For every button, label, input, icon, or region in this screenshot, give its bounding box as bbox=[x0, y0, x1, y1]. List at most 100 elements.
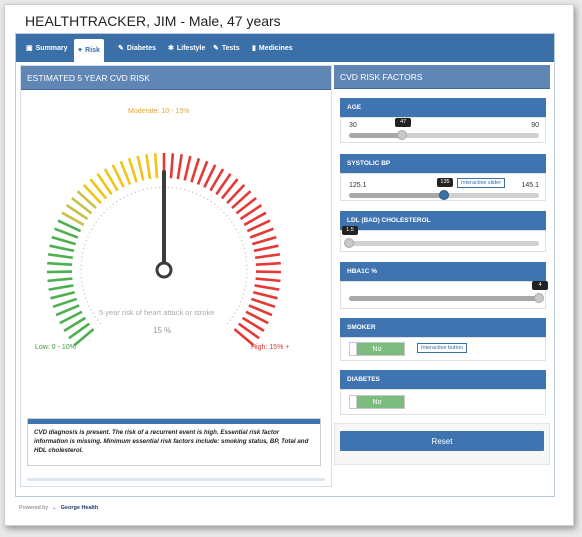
gauge-tick bbox=[52, 297, 78, 309]
systolic-min: 125.1 bbox=[349, 182, 367, 189]
gauge-dot bbox=[126, 194, 129, 197]
gauge-tick bbox=[251, 235, 277, 246]
gauge-dot bbox=[231, 315, 234, 318]
gauge-dot bbox=[203, 196, 205, 199]
age-heading: AGE bbox=[340, 98, 546, 117]
tab-tests[interactable]: ✎ Tests bbox=[209, 40, 244, 56]
gauge-dot bbox=[82, 252, 84, 254]
gauge-tick bbox=[47, 277, 73, 283]
clipboard-icon: ▣ bbox=[26, 45, 33, 52]
gauge-dot bbox=[239, 301, 242, 303]
tab-label: Medicines bbox=[258, 44, 293, 52]
toggle-grip bbox=[350, 396, 357, 408]
brand-name: George Health bbox=[60, 505, 99, 511]
gauge-tick bbox=[136, 155, 145, 181]
gauge-tick bbox=[255, 261, 281, 266]
gauge-dot bbox=[80, 260, 83, 262]
systolic-slider-handle[interactable] bbox=[439, 190, 449, 200]
high-label: High: 15% + bbox=[251, 344, 290, 351]
gauge-dot bbox=[97, 218, 100, 220]
gauge-dot bbox=[238, 305, 240, 307]
gauge-dot bbox=[244, 252, 246, 254]
gauge-dot bbox=[83, 247, 85, 250]
gauge-dot bbox=[207, 198, 209, 201]
gauge-dot bbox=[240, 240, 243, 242]
gauge-hub bbox=[155, 261, 173, 279]
gauge-dot bbox=[245, 256, 247, 258]
gauge-dot bbox=[246, 268, 248, 271]
gauge-dot bbox=[97, 319, 99, 321]
hba1c-slider-handle[interactable] bbox=[534, 293, 544, 303]
gauge-dot bbox=[100, 214, 102, 217]
toggle-grip bbox=[350, 343, 357, 355]
gauge-dot bbox=[245, 277, 248, 279]
diabetes-heading: DIABETES bbox=[340, 370, 546, 389]
gauge-dot bbox=[239, 236, 241, 238]
gauge-dot bbox=[243, 289, 246, 291]
systolic-slider-fill bbox=[349, 193, 444, 198]
smoker-toggle[interactable]: No bbox=[349, 342, 405, 356]
reset-button[interactable]: Reset bbox=[340, 431, 544, 451]
gauge-tick bbox=[153, 153, 159, 179]
ldl-value-bubble: 1.5 bbox=[342, 226, 358, 235]
gauge-dot bbox=[236, 308, 238, 311]
gauge-dot bbox=[191, 191, 194, 193]
gauge-dot bbox=[138, 190, 140, 192]
gauge-dot bbox=[228, 218, 231, 220]
factors-panel: CVD RISK FACTORS AGE 30 90 47 SYSTOLIC B… bbox=[334, 65, 550, 495]
gauge-dot bbox=[245, 260, 248, 262]
tab-medicines[interactable]: ▮ Medicines bbox=[248, 40, 297, 56]
app-window: HEALTHTRACKER, JIM - Male, 47 years ▣ Su… bbox=[4, 4, 574, 526]
gauge-tick bbox=[47, 253, 73, 260]
ldl-slider[interactable]: 1.5 bbox=[342, 226, 539, 248]
gauge-tick bbox=[127, 157, 138, 183]
tab-summary[interactable]: ▣ Summary bbox=[22, 40, 72, 56]
gauge-dot bbox=[195, 192, 198, 195]
gauge-dot bbox=[243, 247, 245, 250]
ldl-slider-handle[interactable] bbox=[344, 238, 354, 248]
gauge-tick bbox=[145, 154, 152, 180]
smoker-toggle-label: No bbox=[372, 345, 382, 353]
gauge-dot bbox=[237, 232, 240, 234]
gauge-dot bbox=[88, 232, 91, 234]
footer: Powered by ⌄ George Health bbox=[19, 505, 98, 511]
gauge-dot bbox=[94, 315, 97, 318]
tab-lifestyle[interactable]: ✱ Lifestyle bbox=[164, 40, 209, 56]
gauge-dot bbox=[95, 221, 97, 223]
gauge-dot bbox=[226, 214, 228, 217]
risk-panel-heading: ESTIMATED 5 YEAR CVD RISK bbox=[21, 66, 331, 90]
button-tooltip: Interactive button bbox=[417, 343, 468, 353]
gauge-dot bbox=[242, 243, 244, 246]
gauge-dot bbox=[154, 186, 157, 189]
gauge-dot bbox=[130, 192, 133, 195]
hba1c-slider-fill bbox=[349, 296, 539, 301]
gauge-dot bbox=[246, 272, 248, 275]
gauge-dot bbox=[184, 188, 186, 191]
tab-risk[interactable]: ♥ Risk bbox=[74, 39, 104, 62]
powered-by-text: Powered by bbox=[19, 505, 49, 511]
gauge-dot bbox=[119, 198, 121, 201]
gauge-dot bbox=[146, 187, 149, 190]
gauge-dot bbox=[210, 201, 212, 203]
age-slider[interactable]: 47 bbox=[349, 118, 539, 140]
hba1c-slider[interactable]: 4 bbox=[349, 281, 548, 303]
diabetes-control: No bbox=[340, 389, 546, 415]
systolic-heading: SYSTOLIC BP bbox=[340, 154, 546, 173]
gauge-dot bbox=[81, 256, 83, 258]
gauge-dot bbox=[235, 228, 238, 231]
tab-diabetes[interactable]: ✎ Diabetes bbox=[114, 40, 160, 56]
tab-label: Risk bbox=[85, 47, 100, 54]
systolic-slider[interactable]: 135 bbox=[349, 178, 539, 200]
gauge-dot bbox=[134, 191, 137, 193]
age-slider-fill bbox=[349, 133, 403, 138]
diabetes-toggle[interactable]: No bbox=[349, 395, 405, 409]
age-slider-handle[interactable] bbox=[397, 130, 408, 140]
age-value-bubble: 47 bbox=[395, 118, 412, 127]
gauge-tick bbox=[51, 235, 77, 246]
gauge-dot bbox=[93, 225, 95, 227]
gauge-dot bbox=[80, 268, 82, 271]
gauge-tick bbox=[190, 157, 201, 183]
gauge-tick bbox=[119, 160, 132, 185]
gauge-dot bbox=[81, 285, 84, 287]
gauge-dot bbox=[231, 221, 233, 223]
